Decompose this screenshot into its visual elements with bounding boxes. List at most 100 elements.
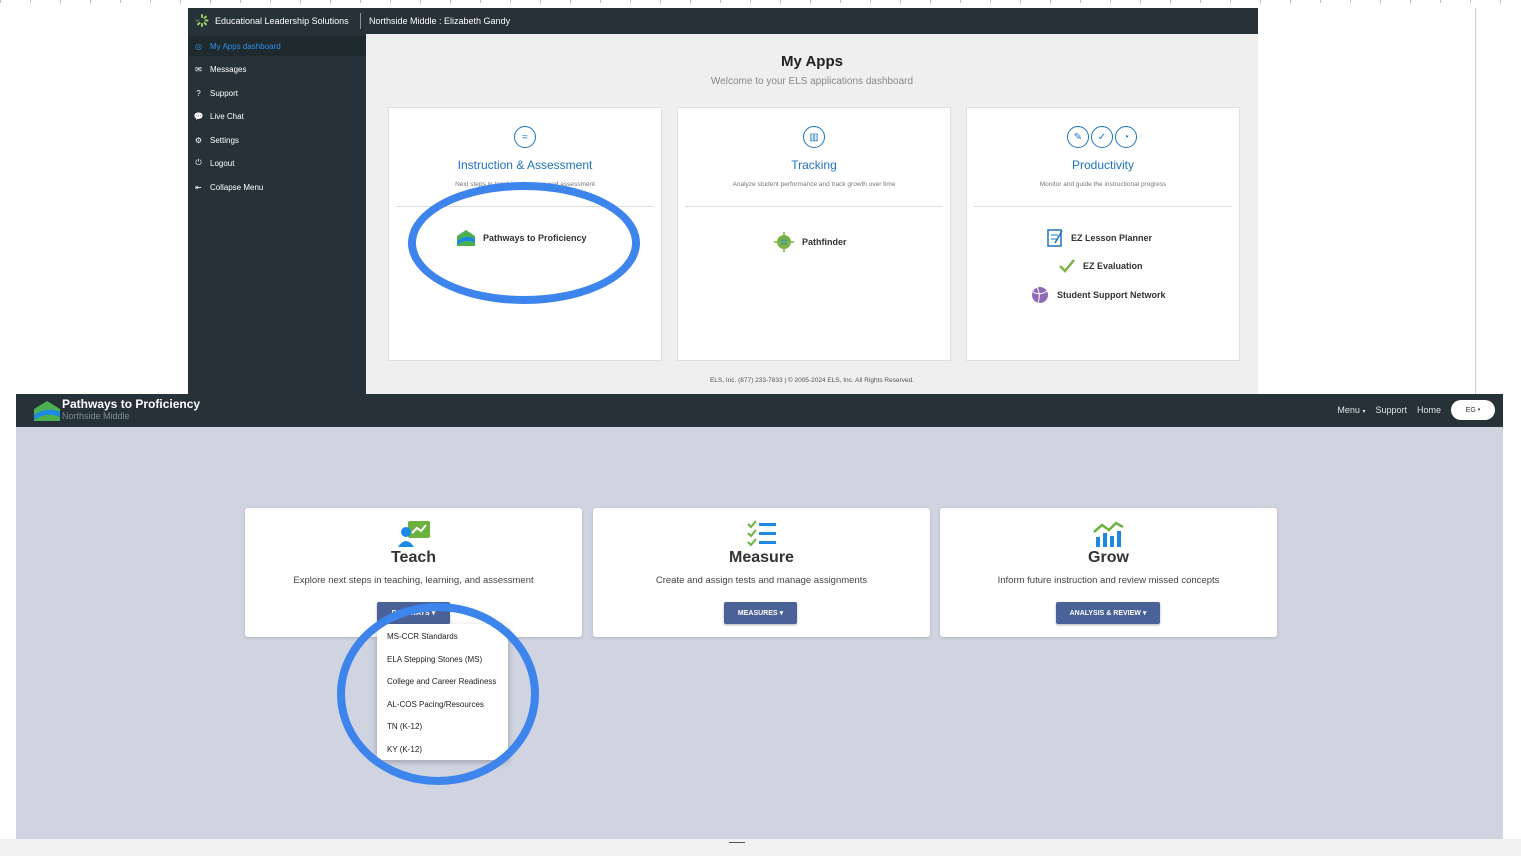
- card-title: Grow: [1088, 549, 1129, 566]
- nav-home-link[interactable]: Home: [1417, 405, 1441, 415]
- page-edge: [1475, 8, 1476, 394]
- nav-links: Menu ▾ Support Home EG ▾: [1337, 400, 1495, 420]
- network-icon: ◔: [1115, 126, 1137, 148]
- pathways-dropdown-button[interactable]: PATHWAYS ▾: [377, 602, 450, 624]
- dropdown-item[interactable]: KY (K-12): [387, 745, 422, 754]
- sidebar-item-label: Collapse Menu: [210, 182, 264, 192]
- nav-support-link[interactable]: Support: [1375, 405, 1407, 415]
- caret-down-icon: ▾: [1477, 407, 1481, 413]
- analysis-review-dropdown-button[interactable]: ANALYSIS & REVIEW ▾: [1056, 602, 1160, 624]
- app-link-label: Pathways to Proficiency: [483, 233, 587, 243]
- card-instruction-assessment: ≈ Instruction & Assessment Next steps in…: [388, 107, 662, 361]
- page-subtitle: Welcome to your ELS applications dashboa…: [710, 76, 914, 87]
- dropdown-item[interactable]: ELA Stepping Stones (MS): [387, 655, 482, 664]
- card-description: Analyze student performance and track gr…: [732, 181, 896, 188]
- card-description: Monitor and guide the instructional prog…: [1039, 181, 1167, 188]
- sidebar-item-logout[interactable]: ⏻ Logout: [188, 153, 366, 173]
- logout-icon: ⏻: [195, 158, 202, 167]
- gear-icon: ⚙: [194, 135, 203, 145]
- card-productivity: ✎ ✓ ◔ Productivity Monitor and guide the…: [966, 107, 1240, 361]
- growth-chart-icon: [1093, 521, 1124, 547]
- card-description: Next steps in teaching, learning and ass…: [455, 181, 595, 188]
- dropdown-item[interactable]: TN (K-12): [387, 722, 422, 731]
- checkmark-icon: [1059, 259, 1075, 273]
- sidebar-item-label: Support: [210, 88, 239, 98]
- lesson-planner-icon: [1047, 229, 1063, 247]
- app-title[interactable]: Pathways to Proficiency: [62, 397, 200, 411]
- dropdown-item[interactable]: MS-CCR Standards: [387, 632, 458, 641]
- card-title: Teach: [390, 549, 437, 566]
- app-link-ez-lesson-planner[interactable]: EZ Lesson Planner: [1047, 229, 1152, 247]
- sidebar-item-dashboard[interactable]: ◎ My Apps dashboard: [188, 36, 366, 56]
- navbar: Pathways to Proficiency Northside Middle…: [16, 394, 1503, 427]
- app-link-pathfinder[interactable]: Pathfinder: [774, 232, 847, 252]
- menu-dropdown[interactable]: Menu ▾: [1337, 405, 1365, 415]
- app-link-label: Pathfinder: [802, 237, 847, 247]
- card-title: Instruction & Assessment: [457, 158, 593, 172]
- dropdown-item[interactable]: College and Career Readiness: [387, 677, 496, 686]
- app-link-label: EZ Evaluation: [1083, 261, 1143, 271]
- sidebar-item-support[interactable]: ? Support: [188, 83, 366, 103]
- page-title: My Apps: [781, 53, 843, 70]
- sidebar-item-label: Live Chat: [210, 111, 244, 121]
- collapse-icon: ⇤: [195, 182, 202, 192]
- chat-icon: 💬: [193, 111, 204, 121]
- card-title: Tracking: [791, 158, 837, 172]
- instruction-icon: ≈: [514, 126, 536, 148]
- dropdown-item[interactable]: AL-COS Pacing/Resources: [387, 700, 484, 709]
- els-header: Educational Leadership Solutions Northsi…: [188, 8, 1258, 34]
- app-link-ez-evaluation[interactable]: EZ Evaluation: [1059, 259, 1143, 273]
- pathways-logo-icon: [457, 230, 475, 246]
- els-brand-label: Educational Leadership Solutions: [215, 15, 349, 26]
- school-name: Northside Middle: [62, 411, 130, 421]
- button-label: ANALYSIS & REVIEW: [1069, 609, 1141, 617]
- pathways-app: Pathways to Proficiency Northside Middle…: [16, 394, 1503, 839]
- els-dashboard: Educational Leadership Solutions Northsi…: [188, 8, 1258, 394]
- app-link-label: Student Support Network: [1057, 290, 1166, 300]
- bottom-dash: [729, 842, 745, 843]
- checklist-icon: [747, 520, 776, 547]
- els-brand[interactable]: Educational Leadership Solutions: [195, 14, 349, 27]
- app-link-student-support-network[interactable]: Student Support Network: [1031, 286, 1166, 304]
- button-label: MEASURES: [737, 609, 778, 617]
- caret-down-icon: ▾: [1142, 610, 1147, 617]
- pathways-logo-icon: [34, 401, 60, 421]
- pathways-dropdown-menu: MS-CCR Standards ELA Stepping Stones (MS…: [377, 624, 508, 760]
- user-menu[interactable]: EG ▾: [1451, 400, 1495, 420]
- footer-copyright: ELS, Inc. (877) 233-7833 | © 2005-2024 E…: [709, 377, 915, 384]
- bottom-strip: [0, 839, 1521, 856]
- envelope-icon: ✉: [195, 64, 202, 74]
- caret-down-icon: ▾: [1362, 409, 1366, 415]
- sidebar-item-label: My Apps dashboard: [210, 41, 281, 51]
- network-ball-icon: [1032, 286, 1048, 304]
- caret-down-icon: ▾: [779, 610, 784, 617]
- dashboard-icon: ◎: [195, 41, 202, 51]
- tracking-icon: ▥: [803, 126, 825, 148]
- caret-down-icon: ▾: [431, 610, 436, 617]
- card-description: Create and assign tests and manage assig…: [655, 575, 868, 586]
- sidebar-item-settings[interactable]: ⚙ Settings: [188, 130, 366, 150]
- sidebar-item-messages[interactable]: ✉ Messages: [188, 59, 366, 79]
- question-icon: ?: [196, 88, 201, 98]
- sidebar-item-collapse-menu[interactable]: ⇤ Collapse Menu: [188, 177, 366, 197]
- card-tracking: ▥ Tracking Analyze student performance a…: [677, 107, 951, 361]
- card-description: Inform future instruction and review mis…: [997, 575, 1220, 586]
- measures-dropdown-button[interactable]: MEASURES ▾: [724, 602, 797, 624]
- sidebar-item-live-chat[interactable]: 💬 Live Chat: [188, 106, 366, 126]
- pathfinder-compass-icon: [774, 232, 794, 252]
- card-title: Productivity: [1071, 158, 1135, 172]
- card-measure: Measure Create and assign tests and mana…: [593, 508, 930, 637]
- sidebar-item-label: Logout: [210, 158, 235, 168]
- button-label: PATHWAYS: [391, 609, 430, 617]
- app-link-pathways[interactable]: Pathways to Proficiency: [457, 230, 587, 246]
- checkmark-icon: ✓: [1091, 126, 1113, 148]
- school-user-label: Northside Middle : Elizabeth Gandy: [369, 16, 511, 26]
- divider: [974, 206, 1232, 207]
- teach-icon: [398, 521, 430, 547]
- lesson-planner-icon: ✎: [1067, 126, 1089, 148]
- divider: [685, 206, 943, 207]
- sidebar-item-label: Settings: [210, 135, 239, 145]
- sidebar-item-label: Messages: [210, 64, 247, 74]
- card-teach: Teach Explore next steps in teaching, le…: [245, 508, 582, 637]
- divider: [396, 206, 654, 207]
